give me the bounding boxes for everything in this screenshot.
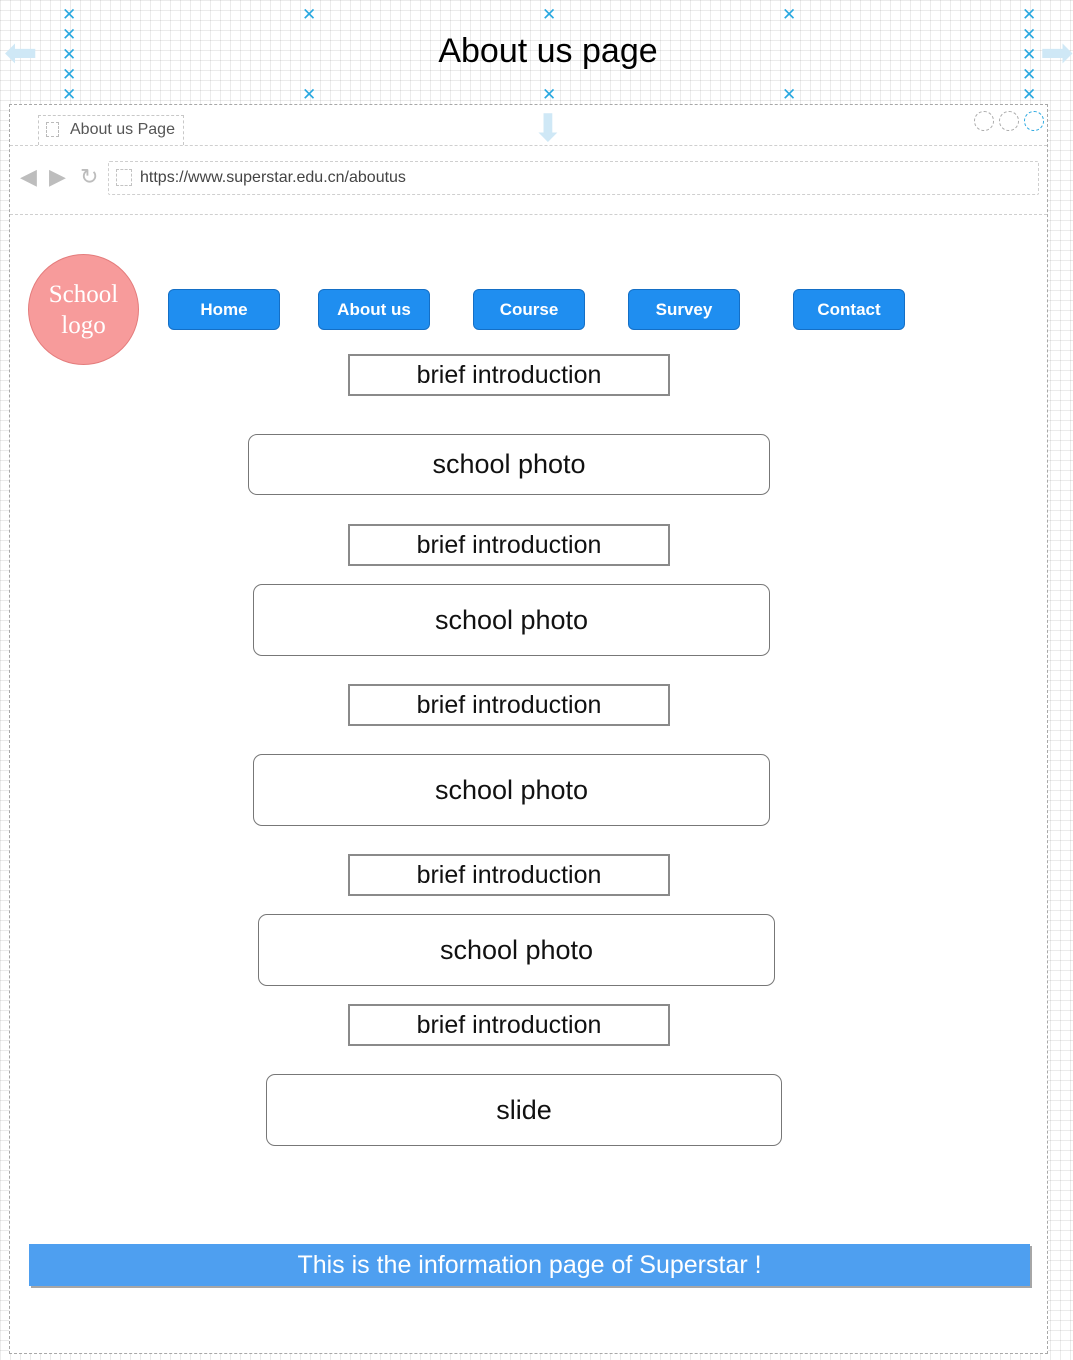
school-photo-box: school photo: [248, 434, 770, 495]
connection-point-icon[interactable]: ✕: [1022, 27, 1036, 44]
slide-box: slide: [266, 1074, 782, 1146]
connection-point-icon[interactable]: ✕: [782, 87, 796, 104]
brief-introduction-box: brief introduction: [348, 854, 670, 896]
school-photo-box: school photo: [253, 754, 770, 826]
address-url[interactable]: https://www.superstar.edu.cn/aboutus: [140, 169, 406, 187]
page-icon: [46, 122, 59, 137]
brief-introduction-box: brief introduction: [348, 684, 670, 726]
refresh-icon[interactable]: ↻: [80, 167, 98, 189]
school-photo-box: school photo: [258, 914, 775, 986]
brief-introduction-box: brief introduction: [348, 524, 670, 566]
tab-bar-divider: [10, 145, 1047, 146]
school-photo-box: school photo: [253, 584, 770, 656]
tab-title: About us Page: [70, 121, 175, 138]
arrow-left-icon[interactable]: ⬅: [4, 33, 38, 73]
connection-point-icon[interactable]: ✕: [1022, 47, 1036, 64]
connection-point-icon[interactable]: ✕: [62, 27, 76, 44]
connection-point-icon[interactable]: ✕: [1022, 67, 1036, 84]
connection-point-icon[interactable]: ✕: [1022, 87, 1036, 104]
logo-text-line1: School: [48, 280, 119, 308]
nav-button-about-us[interactable]: About us: [318, 289, 430, 330]
connection-point-icon[interactable]: ✕: [782, 7, 796, 24]
nav-button-survey[interactable]: Survey: [628, 289, 740, 330]
connection-point-icon[interactable]: ✕: [542, 7, 556, 24]
connection-point-icon[interactable]: ✕: [542, 87, 556, 104]
connection-point-icon[interactable]: ✕: [62, 47, 76, 64]
logo-text-line2: logo: [61, 311, 106, 339]
connection-point-icon[interactable]: ✕: [62, 67, 76, 84]
page-icon: [116, 169, 132, 186]
window-control-icon[interactable]: [1024, 111, 1044, 131]
canvas-title: About us page: [438, 32, 658, 70]
window-control-icon[interactable]: [999, 111, 1019, 131]
connection-point-icon[interactable]: ✕: [62, 7, 76, 24]
arrow-right-icon[interactable]: ➡: [1040, 33, 1073, 73]
back-arrow-icon[interactable]: ◀: [20, 167, 37, 189]
nav-button-contact[interactable]: Contact: [793, 289, 905, 330]
window-control-icon[interactable]: [974, 111, 994, 131]
connection-point-icon[interactable]: ✕: [62, 87, 76, 104]
arrow-down-icon[interactable]: ⬇: [532, 108, 564, 148]
footer-banner: This is the information page of Supersta…: [29, 1244, 1030, 1286]
toolbar-divider: [10, 214, 1047, 215]
connection-point-icon[interactable]: ✕: [302, 87, 316, 104]
connection-point-icon[interactable]: ✕: [302, 7, 316, 24]
school-logo: School logo: [28, 254, 139, 365]
nav-button-home[interactable]: Home: [168, 289, 280, 330]
forward-arrow-icon[interactable]: ▶: [49, 167, 66, 189]
brief-introduction-box: brief introduction: [348, 1004, 670, 1046]
brief-introduction-box: brief introduction: [348, 354, 670, 396]
connection-point-icon[interactable]: ✕: [1022, 7, 1036, 24]
nav-button-course[interactable]: Course: [473, 289, 585, 330]
